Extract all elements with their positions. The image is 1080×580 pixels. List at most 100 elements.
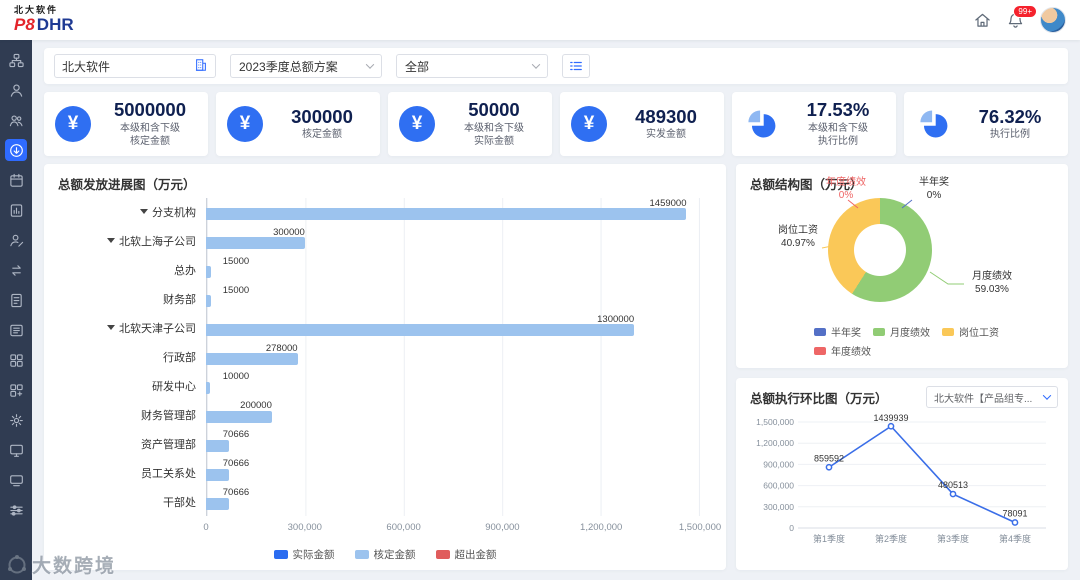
legend-item[interactable]: 半年奖 bbox=[814, 324, 861, 339]
calendar-icon[interactable] bbox=[5, 169, 27, 191]
progress-bar-chart-card: 总额发放进展图（万元） 分支机构 1459000 北软上海子公司 300000 总办 15… bbox=[44, 164, 726, 570]
bar-category-label[interactable]: 总办 bbox=[58, 262, 206, 278]
sidebar-nav bbox=[0, 40, 32, 580]
app-logo[interactable]: 北大软件 P8 DHR bbox=[14, 6, 74, 34]
stat-card-2: ¥50000 本级和含下级 实际金额 bbox=[388, 92, 552, 156]
bar-category-label[interactable]: 研发中心 bbox=[58, 378, 206, 394]
total-budget-icon[interactable] bbox=[5, 139, 27, 161]
bar-value-label: 70666 bbox=[222, 458, 250, 470]
legend-item[interactable]: 年度绩效 bbox=[814, 343, 871, 358]
plan-select[interactable]: 2023季度总额方案 bbox=[230, 54, 382, 78]
svg-text:78091: 78091 bbox=[1002, 508, 1027, 518]
x-axis-tick: 600,000 bbox=[386, 522, 421, 533]
bar-value-label: 15000 bbox=[222, 255, 250, 267]
approved-amount-bar[interactable] bbox=[206, 352, 298, 365]
monitor-icon[interactable] bbox=[5, 439, 27, 461]
line-chart-title: 总额执行环比图（万元） bbox=[750, 392, 888, 406]
document-icon[interactable] bbox=[5, 289, 27, 311]
apps-grid-icon[interactable] bbox=[5, 349, 27, 371]
legend-item[interactable]: 超出金额 bbox=[435, 547, 497, 562]
svg-text:第1季度: 第1季度 bbox=[813, 533, 845, 544]
approved-amount-bar[interactable] bbox=[206, 497, 230, 510]
data-point[interactable] bbox=[949, 490, 957, 498]
legend-item[interactable]: 实际金额 bbox=[273, 547, 335, 562]
bar-category-label[interactable]: 北软天津子公司 bbox=[58, 320, 206, 336]
org-search-input[interactable]: 北大软件 bbox=[54, 54, 216, 78]
collapse-triangle-icon[interactable] bbox=[107, 238, 115, 244]
approved-amount-bar[interactable] bbox=[206, 266, 211, 279]
legend-swatch bbox=[354, 550, 369, 559]
yen-amount-icon: ¥ bbox=[226, 105, 264, 143]
svg-text:1,500,000: 1,500,000 bbox=[756, 417, 794, 427]
approved-amount-bar[interactable] bbox=[206, 324, 635, 337]
svg-text:1439939: 1439939 bbox=[873, 414, 908, 423]
donut-chart[interactable] bbox=[828, 198, 932, 302]
approved-amount-bar[interactable] bbox=[206, 381, 210, 394]
approved-amount-bar[interactable] bbox=[206, 468, 230, 481]
approved-amount-bar[interactable] bbox=[206, 208, 687, 221]
stat-cards-row: ¥5000000 本级和含下级 核定金额 ¥300000 核定金额 ¥50000 本级和含… bbox=[44, 92, 1068, 156]
legend-label: 年度绩效 bbox=[831, 347, 871, 358]
chevron-down-icon bbox=[365, 60, 375, 69]
brand-p8: P8 bbox=[14, 15, 35, 34]
bell-icon[interactable]: 99+ bbox=[1007, 4, 1037, 29]
data-point[interactable] bbox=[887, 422, 895, 430]
bar-row: 北软上海子公司 300000 bbox=[58, 227, 700, 256]
report-chart-icon[interactable] bbox=[5, 199, 27, 221]
bar-row: 干部处 70666 bbox=[58, 487, 700, 516]
screen-icon[interactable] bbox=[5, 469, 27, 491]
bar-category-label[interactable]: 财务管理部 bbox=[58, 407, 206, 423]
list-view-button[interactable] bbox=[562, 54, 590, 78]
home-icon[interactable] bbox=[974, 12, 991, 29]
data-point[interactable] bbox=[825, 463, 833, 471]
bar-row: 北软天津子公司 1300000 bbox=[58, 314, 700, 343]
data-point[interactable] bbox=[1011, 519, 1019, 526]
stat-card-5: 76.32% 执行比例 bbox=[904, 92, 1068, 156]
pie-segment-label: 月度绩效 59.03% bbox=[972, 271, 1012, 295]
transfer-icon[interactable] bbox=[5, 259, 27, 281]
x-axis-tick: 300,000 bbox=[287, 522, 322, 533]
scope-select[interactable]: 全部 bbox=[396, 54, 548, 78]
preferences-icon[interactable] bbox=[5, 499, 27, 521]
document-list-icon[interactable] bbox=[5, 319, 27, 341]
legend-item[interactable]: 月度绩效 bbox=[873, 324, 930, 339]
team-icon[interactable] bbox=[5, 109, 27, 131]
org-structure-icon[interactable] bbox=[5, 49, 27, 71]
apps-add-icon[interactable] bbox=[5, 379, 27, 401]
user-avatar[interactable] bbox=[1040, 7, 1066, 33]
bar-category-label[interactable]: 干部处 bbox=[58, 494, 206, 510]
approved-amount-bar[interactable] bbox=[206, 439, 230, 452]
org-input-value: 北大软件 bbox=[62, 59, 111, 74]
charts-row: 总额发放进展图（万元） 分支机构 1459000 北软上海子公司 300000 总办 15… bbox=[44, 164, 1068, 570]
stat-card-0: ¥5000000 本级和含下级 核定金额 bbox=[44, 92, 208, 156]
collapse-triangle-icon[interactable] bbox=[107, 325, 115, 331]
yen-amount-icon: ¥ bbox=[398, 105, 436, 143]
line-chart-org-select[interactable]: 北大软件【产品组专... bbox=[926, 386, 1058, 408]
bar-category-label[interactable]: 分支机构 bbox=[58, 204, 206, 220]
x-axis-tick: 0 bbox=[203, 522, 209, 533]
approved-amount-bar[interactable] bbox=[206, 295, 211, 308]
svg-text:859592: 859592 bbox=[814, 453, 844, 463]
bar-category-label[interactable]: 北软上海子公司 bbox=[58, 233, 206, 249]
bar-category-label[interactable]: 资产管理部 bbox=[58, 436, 206, 452]
bar-category-label[interactable]: 员工关系处 bbox=[58, 465, 206, 481]
line-chart-plot: 1,500,000 1,200,000 900,000 600,000 300,000 0… bbox=[756, 414, 1046, 544]
user-icon[interactable] bbox=[5, 79, 27, 101]
org-picker-icon[interactable] bbox=[194, 58, 208, 75]
collapse-triangle-icon[interactable] bbox=[140, 209, 148, 215]
bar-category-label[interactable]: 行政部 bbox=[58, 349, 206, 365]
legend-item[interactable]: 岗位工资 bbox=[942, 324, 999, 339]
settings-gear-icon[interactable] bbox=[5, 409, 27, 431]
top-header: 北大软件 P8 DHR 99+ bbox=[0, 0, 1080, 40]
user-edit-icon[interactable] bbox=[5, 229, 27, 251]
bar-category-label[interactable]: 财务部 bbox=[58, 291, 206, 307]
chevron-down-icon bbox=[1042, 391, 1052, 400]
stat-value: 489300 bbox=[635, 105, 697, 127]
svg-text:第3季度: 第3季度 bbox=[937, 533, 969, 544]
approved-amount-bar[interactable] bbox=[206, 237, 305, 250]
approved-amount-bar[interactable] bbox=[206, 410, 272, 423]
brand-company-text: 北大软件 bbox=[14, 5, 59, 15]
yen-amount-icon: ¥ bbox=[54, 105, 92, 143]
legend-label: 实际金额 bbox=[292, 549, 335, 561]
legend-item[interactable]: 核定金额 bbox=[354, 547, 416, 562]
